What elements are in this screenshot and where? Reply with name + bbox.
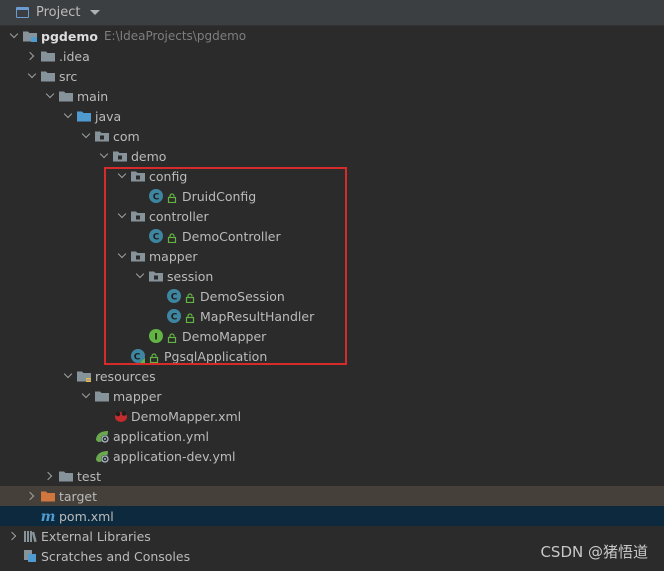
resources-folder-icon xyxy=(76,368,92,384)
project-panel-icon xyxy=(16,7,29,18)
source-folder-icon xyxy=(76,108,92,124)
tree-node-label: mapper xyxy=(113,388,162,404)
chevron-right-icon[interactable] xyxy=(24,486,40,506)
chevron-down-icon[interactable] xyxy=(6,26,22,46)
tree-node-label: pom.xml xyxy=(59,508,114,524)
tree-node-demo[interactable]: demo xyxy=(0,146,664,166)
panel-title[interactable]: Project xyxy=(36,5,80,20)
tree-node-label: application-dev.yml xyxy=(113,448,236,464)
tree-node-label: External Libraries xyxy=(41,528,151,544)
tree-node-label: .idea xyxy=(59,48,90,64)
tree-node-label: DemoMapper.xml xyxy=(131,408,242,424)
chevron-right-icon[interactable] xyxy=(42,466,58,486)
project-panel-header: Project xyxy=(0,0,664,26)
tree-node-applicationDevYml[interactable]: application-dev.yml xyxy=(0,446,664,466)
scratches-icon xyxy=(22,548,38,564)
watermark: CSDN @猪悟道 xyxy=(540,543,648,561)
folder-icon xyxy=(58,468,74,484)
tree-node-pom[interactable]: m pom.xml xyxy=(0,506,664,526)
tree-node-mapper-res[interactable]: mapper xyxy=(0,386,664,406)
chevron-down-icon[interactable] xyxy=(78,386,94,406)
tree-node-java[interactable]: java xyxy=(0,106,664,126)
tree-node-label: Scratches and Consoles xyxy=(41,548,191,564)
tree-node-label: pgdemo xyxy=(41,28,98,44)
tree-node-target[interactable]: target xyxy=(0,486,664,506)
mybatis-xml-icon xyxy=(112,408,128,424)
tree-node-label: target xyxy=(59,488,98,504)
folder-icon xyxy=(40,68,56,84)
tree-node-label: test xyxy=(77,468,102,484)
tree-node-test[interactable]: test xyxy=(0,466,664,486)
tree-node-src[interactable]: src xyxy=(0,66,664,86)
chevron-down-icon[interactable] xyxy=(78,126,94,146)
chevron-right-icon[interactable] xyxy=(24,46,40,66)
chevron-down-icon[interactable] xyxy=(96,146,112,166)
tree-node-pgdemo[interactable]: pgdemo E:\IdeaProjects\pgdemo xyxy=(0,26,664,46)
module-folder-icon xyxy=(22,28,38,44)
chevron-down-icon[interactable] xyxy=(42,86,58,106)
annotation-highlight-box xyxy=(104,167,347,365)
tree-node-label: java xyxy=(95,108,122,124)
package-icon xyxy=(112,148,128,164)
tree-node-label: main xyxy=(77,88,109,104)
tree-node-label: src xyxy=(59,68,78,84)
tree-node-com[interactable]: com xyxy=(0,126,664,146)
chevron-down-icon[interactable] xyxy=(60,366,76,386)
excluded-folder-icon xyxy=(40,488,56,504)
tree-node-label: com xyxy=(113,128,140,144)
tree-node-main[interactable]: main xyxy=(0,86,664,106)
package-icon xyxy=(94,128,110,144)
tree-node-label: resources xyxy=(95,368,156,384)
tree-node-label: demo xyxy=(131,148,167,164)
svg-text:m: m xyxy=(41,509,56,524)
spring-config-icon xyxy=(94,448,110,464)
tree-node-label: application.yml xyxy=(113,428,209,444)
tree-node-DemoMapperXml[interactable]: DemoMapper.xml xyxy=(0,406,664,426)
chevron-down-icon[interactable] xyxy=(60,106,76,126)
chevron-right-icon[interactable] xyxy=(6,526,22,546)
chevron-down-icon[interactable] xyxy=(24,66,40,86)
spring-config-icon xyxy=(94,428,110,444)
libraries-icon xyxy=(22,528,38,544)
folder-icon xyxy=(40,48,56,64)
tree-node-applicationYml[interactable]: application.yml xyxy=(0,426,664,446)
tree-node-resources[interactable]: resources xyxy=(0,366,664,386)
tree-node-idea[interactable]: .idea xyxy=(0,46,664,66)
maven-icon: m xyxy=(40,508,56,525)
folder-icon xyxy=(58,88,74,104)
folder-icon xyxy=(94,388,110,404)
chevron-down-icon[interactable] xyxy=(90,10,101,15)
project-path: E:\IdeaProjects\pgdemo xyxy=(103,29,247,43)
